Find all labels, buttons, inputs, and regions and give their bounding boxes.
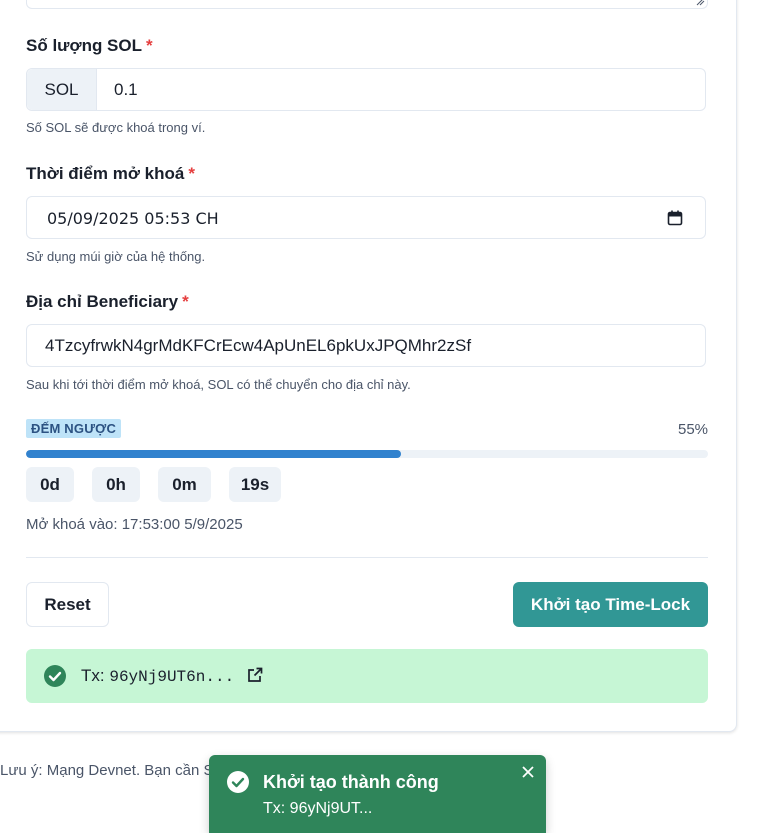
resize-handle-icon[interactable] — [695, 0, 705, 6]
create-timelock-button[interactable]: Khởi tạo Time-Lock — [513, 582, 708, 627]
amount-help: Số SOL sẽ được khoá trong ví. — [26, 120, 206, 135]
progress-bar — [26, 450, 708, 458]
reset-button[interactable]: Reset — [26, 582, 109, 627]
unlock-at-text: Mở khoá vào: 17:53:00 5/9/2025 — [26, 516, 243, 533]
toast-description: Tx: 96yNj9UT... — [263, 800, 373, 817]
amount-input[interactable]: 0.1 — [114, 80, 138, 100]
beneficiary-input[interactable]: 4TzcyfrwkN4grMdKFCrEcw4ApUnEL6pkUxJPQMhr… — [26, 324, 706, 367]
beneficiary-help: Sau khi tới thời điểm mở khoá, SOL có th… — [26, 377, 411, 392]
tx-text: Tx: 96yNj9UT6n... — [81, 666, 235, 686]
toast-title: Khởi tạo thành công — [263, 772, 439, 792]
beneficiary-label: Địa chỉ Beneficiary * — [26, 292, 189, 311]
countdown-seconds: 19s — [229, 467, 281, 502]
sol-addon: SOL — [27, 69, 97, 110]
countdown-badge: ĐẾM NGƯỢC — [26, 419, 122, 438]
check-circle-icon — [227, 771, 249, 793]
divider — [26, 557, 708, 558]
close-icon[interactable] — [520, 764, 536, 780]
unlock-time-help: Sử dụng múi giờ của hệ thống. — [26, 249, 206, 264]
check-circle-icon — [44, 665, 66, 687]
unlock-time-value[interactable]: 05/09/2025 05:53 CH — [47, 209, 219, 228]
success-alert: Tx: 96yNj9UT6n... — [26, 649, 708, 703]
progress-bar-fill — [26, 450, 402, 458]
unlock-time-input[interactable]: 05/09/2025 05:53 CH — [26, 196, 706, 239]
amount-label: Số lượng SOL * — [26, 36, 153, 55]
network-note: Lưu ý: Mạng Devnet. Bạn cần S — [0, 762, 214, 779]
amount-input-group[interactable]: SOL 0.1 — [26, 68, 706, 111]
success-toast: Khởi tạo thành công Tx: 96yNj9UT... — [209, 755, 546, 833]
memo-textarea[interactable] — [26, 0, 708, 9]
external-link-icon[interactable] — [247, 667, 263, 683]
tx-hash: 96yNj9UT6n... — [109, 668, 235, 686]
countdown-minutes: 0m — [158, 467, 211, 502]
countdown-hours: 0h — [92, 467, 140, 502]
beneficiary-value[interactable]: 4TzcyfrwkN4grMdKFCrEcw4ApUnEL6pkUxJPQMhr… — [45, 336, 471, 356]
unlock-time-label: Thời điểm mở khoá * — [26, 164, 195, 183]
progress-percent: 55% — [678, 421, 709, 438]
countdown-days: 0d — [26, 467, 74, 502]
calendar-icon[interactable] — [667, 210, 683, 226]
